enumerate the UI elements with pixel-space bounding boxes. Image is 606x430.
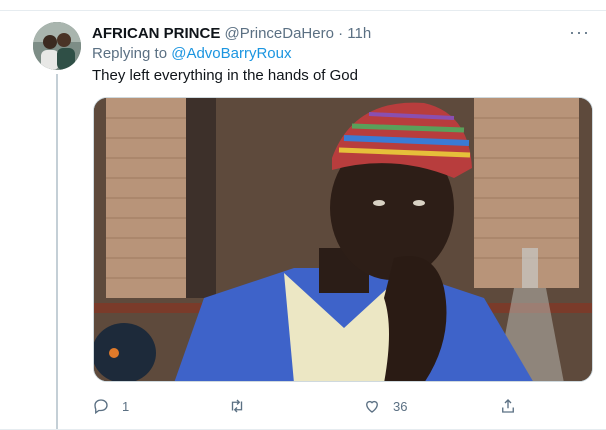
more-icon[interactable]: ··· <box>569 22 590 43</box>
timestamp[interactable]: 11h <box>347 25 371 42</box>
display-name[interactable]: AFRICAN PRINCE <box>92 25 220 42</box>
like-icon <box>366 400 378 413</box>
top-divider <box>0 10 606 11</box>
share-icon <box>502 399 514 413</box>
reply-button[interactable]: 1 <box>92 396 129 416</box>
tweet-actions: 1 36 <box>92 396 592 416</box>
tweet-header: AFRICAN PRINCE @PrinceDaHero · 11h <box>92 24 371 44</box>
replying-to-mention[interactable]: @AdvoBarryRoux <box>171 45 291 62</box>
retweet-button[interactable] <box>228 396 258 416</box>
like-button[interactable]: 36 <box>363 396 407 416</box>
tweet-media-image[interactable] <box>93 97 593 382</box>
reply-count: 1 <box>122 398 130 414</box>
tweet-text: They left everything in the hands of God <box>92 67 358 84</box>
share-button[interactable] <box>499 396 517 416</box>
user-handle[interactable]: @PrinceDaHero <box>225 25 334 42</box>
like-count: 36 <box>393 398 408 414</box>
reply-icon <box>94 399 108 415</box>
avatar[interactable] <box>33 22 81 70</box>
retweet-icon <box>231 399 243 413</box>
thread-connector-line <box>56 74 58 430</box>
replying-to-prefix: Replying to <box>92 45 168 62</box>
replying-to-line: Replying to @AdvoBarryRoux <box>92 44 292 64</box>
separator-dot: · <box>338 25 344 42</box>
